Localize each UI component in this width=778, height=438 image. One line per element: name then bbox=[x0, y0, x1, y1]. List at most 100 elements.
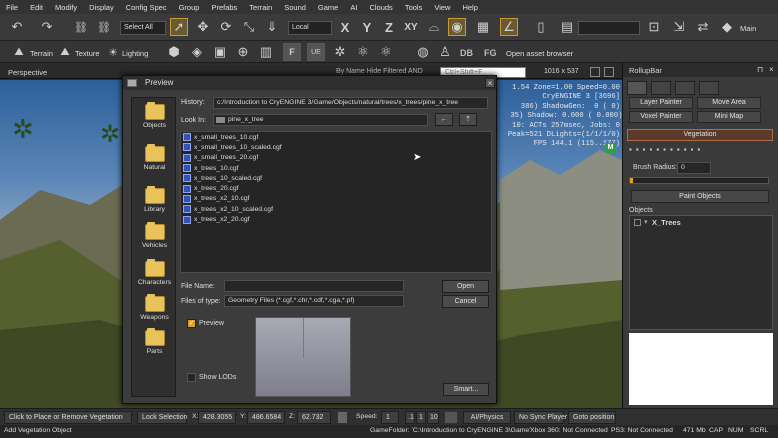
lighting-button[interactable]: Lighting bbox=[122, 49, 148, 58]
menu-modify[interactable]: Modify bbox=[49, 3, 83, 12]
menu-game[interactable]: Game bbox=[312, 3, 344, 12]
menu-help[interactable]: Help bbox=[456, 3, 483, 12]
atom-alt-icon[interactable]: ⚛ bbox=[377, 43, 395, 61]
list-item[interactable]: x_trees_10.cgf bbox=[181, 163, 491, 173]
no-sync-player-button[interactable]: No Sync Player bbox=[514, 411, 567, 424]
menu-prefabs[interactable]: Prefabs bbox=[205, 3, 243, 12]
back-icon[interactable]: ← bbox=[435, 113, 453, 126]
tab-display-icon[interactable] bbox=[675, 81, 695, 95]
open-button[interactable]: Open bbox=[442, 280, 489, 293]
menu-config-spec[interactable]: Config Spec bbox=[120, 3, 173, 12]
axis-y-button[interactable]: Y bbox=[358, 18, 376, 36]
goto-position-button[interactable]: Goto position bbox=[568, 411, 616, 424]
ruler-icon[interactable]: ▯ bbox=[532, 18, 550, 36]
flowgraph-icon[interactable]: F bbox=[283, 43, 301, 61]
redo-icon[interactable]: ↷ bbox=[38, 18, 56, 36]
axis-xy-button[interactable]: XY bbox=[402, 18, 420, 36]
axis-x-button[interactable]: X bbox=[336, 18, 354, 36]
mini-map-button[interactable]: Mini Map bbox=[697, 111, 761, 123]
filename-input[interactable] bbox=[224, 280, 404, 292]
place-parts[interactable]: Parts bbox=[132, 328, 177, 355]
list-item[interactable]: x_trees_10_scaled.cgf bbox=[181, 173, 491, 183]
filetype-dropdown[interactable]: Geometry Files (*.cgf,*.chr,*.cdf,*.cga,… bbox=[224, 295, 404, 307]
list-item[interactable]: x_small_trees_20.cgf bbox=[181, 153, 491, 163]
place-weapons[interactable]: Weapons bbox=[132, 294, 177, 321]
paint-objects-button[interactable]: Paint Objects bbox=[631, 190, 769, 203]
history-combo[interactable]: c:/Introduction to CryENGINE 3/Game/Obje… bbox=[213, 97, 488, 109]
prefab-icon[interactable]: ⊕ bbox=[234, 43, 252, 61]
axis-z-button[interactable]: Z bbox=[380, 18, 398, 36]
open-asset-browser-button[interactable]: Open asset browser bbox=[506, 49, 573, 58]
slider-handle[interactable] bbox=[630, 178, 633, 183]
solid-icon[interactable]: ▥ bbox=[257, 43, 275, 61]
smart-button[interactable]: Smart... bbox=[443, 383, 489, 396]
brush-radius-slider[interactable] bbox=[629, 177, 769, 184]
menu-terrain[interactable]: Terrain bbox=[243, 3, 278, 12]
move-area-button[interactable]: Move Area bbox=[697, 97, 761, 109]
terrain-follow-icon[interactable]: ⌓ bbox=[425, 18, 443, 36]
speed-1-button[interactable]: 1 bbox=[416, 411, 426, 424]
layers-icon[interactable]: ◆ bbox=[718, 18, 736, 36]
objects-tree[interactable]: ▾ X_Trees bbox=[629, 215, 773, 330]
speed-01-button[interactable]: .1 bbox=[405, 411, 415, 424]
brush-radius-input[interactable]: 0 bbox=[677, 162, 711, 174]
db-button[interactable]: DB bbox=[460, 48, 473, 58]
lock-selection-button[interactable]: Lock Selection bbox=[137, 411, 188, 424]
select-cursor-icon[interactable]: ➚ bbox=[170, 18, 188, 36]
rotate-icon[interactable]: ⟳ bbox=[217, 18, 235, 36]
main-label[interactable]: Main bbox=[740, 24, 756, 33]
lock-icon[interactable] bbox=[338, 412, 347, 423]
object-icon[interactable]: ⬢ bbox=[165, 43, 183, 61]
up-folder-icon[interactable]: ⇡ bbox=[459, 113, 477, 126]
undo-icon[interactable]: ↶ bbox=[8, 18, 26, 36]
link-icon[interactable]: ⛓ bbox=[72, 18, 90, 36]
export-icon[interactable]: ⇲ bbox=[670, 18, 688, 36]
list-item[interactable]: x_small_trees_10.cgf bbox=[181, 132, 491, 142]
particle-icon[interactable]: ✲ bbox=[331, 43, 349, 61]
snap-terrain-icon[interactable]: ⇓ bbox=[263, 18, 281, 36]
place-vehicles[interactable]: Vehicles bbox=[132, 222, 177, 249]
select-all-dropdown[interactable]: Select All bbox=[120, 21, 166, 35]
fg-button[interactable]: FG bbox=[484, 48, 497, 58]
coordinate-system-dropdown[interactable]: Local bbox=[288, 21, 332, 35]
vegetation-header[interactable]: Vegetation bbox=[627, 129, 773, 141]
layout-icon[interactable] bbox=[604, 67, 614, 77]
layer-painter-button[interactable]: Layer Painter bbox=[629, 97, 693, 109]
cancel-button[interactable]: Cancel bbox=[442, 295, 489, 308]
menu-file[interactable]: File bbox=[0, 3, 24, 12]
close-icon[interactable]: × bbox=[485, 78, 495, 88]
speed-10-button[interactable]: 10 bbox=[427, 411, 439, 424]
close-icon[interactable]: × bbox=[769, 65, 774, 74]
ui-editor-icon[interactable]: UE bbox=[307, 43, 325, 61]
tab-modify-icon[interactable] bbox=[651, 81, 671, 95]
menu-display[interactable]: Display bbox=[83, 3, 120, 12]
layer-dropdown[interactable] bbox=[578, 21, 640, 35]
tree-item-x-trees[interactable]: X_Trees bbox=[652, 218, 681, 227]
character-icon[interactable]: ♙ bbox=[436, 43, 454, 61]
place-library[interactable]: Library bbox=[132, 186, 177, 213]
list-item[interactable]: x_trees_x2_10_scaled.cgf bbox=[181, 204, 491, 214]
menu-sound[interactable]: Sound bbox=[278, 3, 312, 12]
move-icon[interactable]: ✥ bbox=[194, 18, 212, 36]
place-objects[interactable]: Objects bbox=[132, 102, 177, 129]
brush-icon[interactable]: ▣ bbox=[211, 43, 229, 61]
y-coordinate-input[interactable]: 486.6584 bbox=[247, 411, 285, 424]
tab-layers-icon[interactable] bbox=[699, 81, 719, 95]
place-natural[interactable]: Natural bbox=[132, 144, 177, 171]
camera-icon[interactable]: ◉ bbox=[448, 18, 466, 36]
menu-ai[interactable]: AI bbox=[344, 3, 363, 12]
entity-icon[interactable]: ◈ bbox=[188, 43, 206, 61]
list-item[interactable]: x_trees_x2_10.cgf bbox=[181, 194, 491, 204]
menu-group[interactable]: Group bbox=[173, 3, 206, 12]
maximize-icon[interactable] bbox=[590, 67, 600, 77]
terrain-button[interactable]: Terrain bbox=[30, 49, 53, 58]
menu-tools[interactable]: Tools bbox=[399, 3, 429, 12]
level-icon[interactable]: ▤ bbox=[558, 18, 576, 36]
material-icon[interactable]: ◍ bbox=[414, 43, 432, 61]
speed-input[interactable]: 1 bbox=[381, 411, 399, 424]
x-coordinate-input[interactable]: 428.3055 bbox=[198, 411, 236, 424]
lookin-combo[interactable]: pine_x_tree bbox=[213, 114, 428, 126]
list-item[interactable]: x_trees_x2_20.cgf bbox=[181, 214, 491, 224]
graph-icon[interactable]: ⊡ bbox=[645, 18, 663, 36]
list-item[interactable]: x_small_trees_10_scaled.cgf bbox=[181, 142, 491, 152]
